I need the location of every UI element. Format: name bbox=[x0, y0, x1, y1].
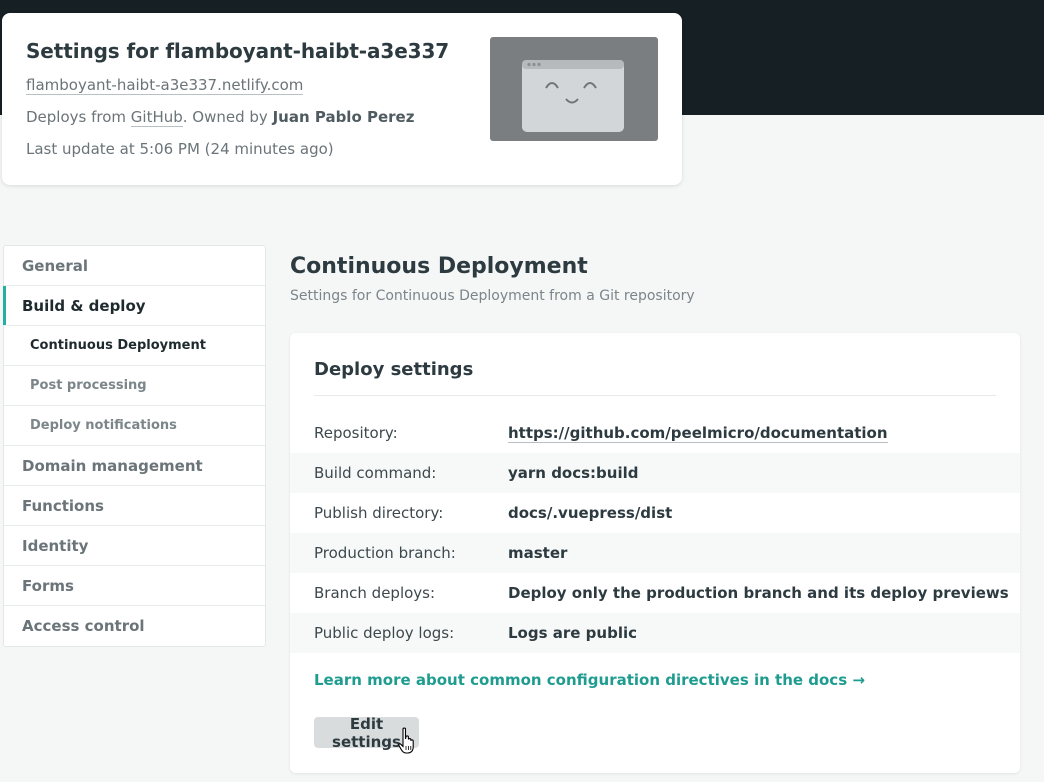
setting-key: Production branch: bbox=[314, 544, 456, 562]
sidebar-subitem-post-processing[interactable]: Post processing bbox=[4, 366, 265, 406]
setting-key: Build command: bbox=[314, 464, 437, 482]
sidebar-item-domain-management[interactable]: Domain management bbox=[4, 446, 265, 486]
setting-row-production-branch: Production branch: master bbox=[290, 533, 1020, 573]
setting-row-branch-deploys: Branch deploys: Deploy only the producti… bbox=[290, 573, 1020, 613]
settings-sidebar: General Build & deploy Continuous Deploy… bbox=[3, 245, 266, 647]
setting-key: Publish directory: bbox=[314, 504, 444, 522]
site-deploy-info: Deploys from GitHub. Owned by Juan Pablo… bbox=[26, 108, 415, 127]
setting-row-publish-directory: Publish directory: docs/.vuepress/dist bbox=[290, 493, 1020, 533]
owned-by-text: . Owned by bbox=[182, 108, 273, 126]
sidebar-subitem-continuous-deployment[interactable]: Continuous Deployment bbox=[4, 326, 265, 366]
deploys-prefix: Deploys from bbox=[26, 108, 131, 126]
section-title: Continuous Deployment bbox=[290, 254, 588, 279]
setting-key: Repository: bbox=[314, 424, 398, 442]
browser-placeholder-icon bbox=[522, 60, 624, 132]
owner-name: Juan Pablo Perez bbox=[272, 108, 415, 126]
sidebar-item-functions[interactable]: Functions bbox=[4, 486, 265, 526]
sidebar-item-access-control[interactable]: Access control bbox=[4, 606, 265, 646]
sidebar-item-general[interactable]: General bbox=[4, 246, 265, 286]
setting-value: master bbox=[508, 544, 568, 562]
sidebar-item-build-deploy[interactable]: Build & deploy bbox=[3, 286, 265, 326]
sidebar-item-forms[interactable]: Forms bbox=[4, 566, 265, 606]
site-preview-thumbnail[interactable] bbox=[490, 37, 658, 141]
sidebar-subitem-deploy-notifications[interactable]: Deploy notifications bbox=[4, 406, 265, 446]
docs-link[interactable]: Learn more about common configuration di… bbox=[314, 671, 865, 689]
setting-value: Logs are public bbox=[508, 624, 637, 642]
setting-value: Deploy only the production branch and it… bbox=[508, 584, 1009, 602]
hand-pointer-cursor-icon bbox=[398, 727, 414, 754]
card-title: Deploy settings bbox=[314, 359, 474, 380]
last-update-text: Last update at 5:06 PM (24 minutes ago) bbox=[26, 140, 334, 158]
deploy-settings-card: Deploy settings Repository: https://gith… bbox=[290, 333, 1020, 773]
setting-value: docs/.vuepress/dist bbox=[508, 504, 673, 522]
setting-key: Branch deploys: bbox=[314, 584, 436, 602]
settings-list: Repository: https://github.com/peelmicro… bbox=[290, 413, 1020, 653]
setting-row-build-command: Build command: yarn docs:build bbox=[290, 453, 1020, 493]
site-title: Settings for flamboyant-haibt-a3e337 bbox=[26, 39, 450, 63]
setting-key: Public deploy logs: bbox=[314, 624, 455, 642]
repository-link[interactable]: https://github.com/peelmicro/documentati… bbox=[508, 424, 888, 443]
card-divider bbox=[314, 395, 996, 396]
site-summary-card: Settings for flamboyant-haibt-a3e337 fla… bbox=[2, 13, 682, 185]
setting-row-public-deploy-logs: Public deploy logs: Logs are public bbox=[290, 613, 1020, 653]
section-subtitle: Settings for Continuous Deployment from … bbox=[290, 288, 695, 304]
setting-value: yarn docs:build bbox=[508, 464, 639, 482]
setting-row-repository: Repository: https://github.com/peelmicro… bbox=[290, 413, 1020, 453]
sidebar-item-identity[interactable]: Identity bbox=[4, 526, 265, 566]
provider-link[interactable]: GitHub bbox=[130, 108, 183, 127]
site-url-link[interactable]: flamboyant-haibt-a3e337.netlify.com bbox=[26, 76, 304, 95]
